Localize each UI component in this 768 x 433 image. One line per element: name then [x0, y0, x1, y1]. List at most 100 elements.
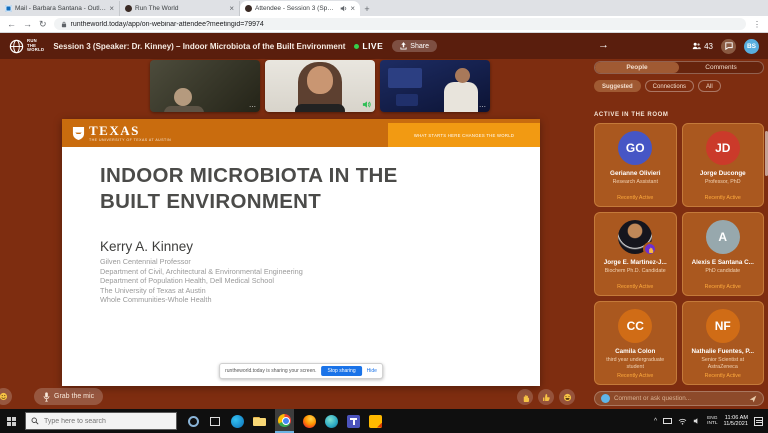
tab-people[interactable]: People	[595, 62, 679, 73]
forward-icon[interactable]: →	[23, 20, 32, 29]
lab-equipment	[396, 94, 418, 106]
comment-composer[interactable]	[594, 391, 764, 406]
new-tab-button[interactable]: +	[360, 2, 374, 16]
chrome-active-highlight[interactable]	[275, 409, 294, 433]
live-dot-icon	[354, 44, 359, 49]
teams-icon[interactable]	[347, 415, 360, 428]
file-explorer-icon[interactable]	[253, 415, 266, 428]
rtw-favicon-icon	[125, 5, 132, 12]
composer-avatar	[601, 394, 610, 403]
language-indicator[interactable]: ENG INTL	[707, 416, 717, 427]
speaker-silhouette	[455, 68, 470, 83]
attendee-card[interactable]: A Alexis E Santana C... PhD candidate Re…	[682, 212, 765, 296]
speaker-silhouette	[174, 88, 192, 106]
header-right-cluster: 43 BS	[692, 39, 759, 54]
clap-icon	[521, 393, 530, 402]
back-icon[interactable]: ←	[7, 20, 16, 29]
close-tab-icon[interactable]: ×	[109, 4, 114, 13]
send-icon[interactable]	[749, 395, 757, 403]
filter-suggested[interactable]: Suggested	[594, 80, 641, 92]
attendee-counter[interactable]: 43	[692, 42, 713, 51]
filter-connections[interactable]: Connections	[645, 80, 694, 92]
thumbs-up-reaction-button[interactable]	[538, 389, 554, 405]
logo-wordmark: RUN THE WORLD	[27, 39, 44, 53]
attendee-name: Alexis E Santana C...	[683, 259, 764, 266]
attendee-name: Nathalie Fuentes, P...	[683, 348, 764, 355]
attendee-card[interactable]: GO Gerianne Olivieri Research Assistant …	[594, 123, 677, 207]
screen-share-banner: runtheworld.today is sharing your screen…	[219, 363, 383, 379]
cortana-icon[interactable]	[188, 416, 199, 427]
task-view-icon[interactable]	[210, 417, 220, 426]
people-filters: Suggested Connections All	[594, 80, 764, 92]
outlook-favicon-icon	[5, 5, 12, 12]
user-avatar[interactable]: BS	[744, 39, 759, 54]
attendee-role: Senior Scientist at AstraZeneca	[683, 357, 764, 370]
video-more-icon[interactable]: ⋯	[479, 103, 486, 111]
video-thumbnail-3[interactable]: ⋯	[380, 60, 490, 112]
slide-body: INDOOR MICROBIOTA IN THE BUILT ENVIRONME…	[62, 163, 540, 305]
video-thumbnail-1[interactable]: ⋯	[150, 60, 260, 112]
action-center-icon[interactable]	[754, 417, 763, 426]
presentation-slide: TEXAS THE UNIVERSITY OF TEXAS AT AUSTIN …	[62, 119, 540, 386]
filter-all[interactable]: All	[698, 80, 721, 92]
edge-icon[interactable]	[231, 415, 244, 428]
texas-motto: WHAT STARTS HERE CHANGES THE WORLD	[388, 123, 540, 147]
laugh-reaction-button[interactable]	[559, 389, 575, 405]
attendee-card[interactable]: Jorge E. Martinez-J... Biochem Ph.D. Can…	[594, 212, 677, 296]
tab-run-the-world[interactable]: Run The World ×	[120, 1, 240, 16]
attendee-card[interactable]: JD Jorge Duconge Professor, PhD Recently…	[682, 123, 765, 207]
attendee-role: PhD candidate	[683, 268, 764, 281]
video-thumbnail-2[interactable]	[265, 60, 375, 112]
close-tab-icon[interactable]: ×	[229, 4, 234, 13]
taskbar-search[interactable]	[25, 412, 177, 430]
hide-banner-button[interactable]: Hide	[367, 368, 377, 374]
tray-expand-icon[interactable]: ^	[654, 418, 657, 425]
texas-wordmark: TEXAS	[89, 124, 171, 137]
tab-title: Mail - Barbara Santana - Outlook	[15, 5, 106, 12]
speaker-name: Kerry A. Kinney	[100, 239, 540, 254]
volume-icon[interactable]	[693, 417, 701, 425]
avatar: GO	[618, 131, 652, 165]
clap-reaction-button[interactable]	[517, 389, 533, 405]
search-input[interactable]	[44, 418, 171, 425]
globe-logo-icon	[9, 39, 24, 54]
browser-menu-icon[interactable]: ⋮	[753, 20, 761, 29]
laugh-icon	[563, 393, 572, 402]
stop-sharing-button[interactable]: Stop sharing	[322, 366, 362, 376]
reactions-bar	[517, 389, 575, 405]
taskbar-clock[interactable]: 11:06 AM 11/5/2021	[724, 415, 748, 428]
emoji-picker-button[interactable]	[0, 388, 12, 405]
comment-input[interactable]	[614, 395, 745, 402]
chrome-icon[interactable]	[278, 414, 291, 427]
feedback-button[interactable]	[721, 39, 736, 54]
collapse-sidebar-icon[interactable]: →	[598, 39, 609, 51]
wifi-icon[interactable]	[678, 418, 687, 425]
grab-the-mic-button[interactable]: Grab the mic	[34, 388, 103, 405]
attendee-card[interactable]: CC Camila Colon third year undergraduate…	[594, 301, 677, 385]
microphone-icon	[43, 392, 50, 402]
audio-active-icon	[362, 100, 371, 109]
tab-comments[interactable]: Comments	[679, 62, 763, 73]
tab-audio-icon[interactable]	[340, 5, 347, 12]
share-button[interactable]: Share	[392, 40, 437, 52]
browser-globe-icon[interactable]	[325, 415, 338, 428]
reload-icon[interactable]: ↻	[39, 20, 47, 29]
video-strip: ⋯ ⋯	[150, 60, 490, 112]
notes-icon[interactable]	[369, 415, 382, 428]
tab-attendee-session[interactable]: Attendee - Session 3 (Speak ×	[240, 1, 360, 16]
tab-outlook[interactable]: Mail - Barbara Santana - Outlook ×	[0, 1, 120, 16]
chat-bubble-icon	[725, 42, 733, 50]
url-field[interactable]: runtheworld.today/app/on-webinar-attende…	[54, 18, 746, 30]
share-banner-message: runtheworld.today is sharing your screen…	[225, 368, 316, 374]
firefox-icon[interactable]	[303, 415, 316, 428]
close-tab-icon[interactable]: ×	[350, 4, 355, 13]
start-button[interactable]	[7, 417, 16, 426]
video-more-icon[interactable]: ⋯	[249, 103, 256, 111]
display-tray-icon[interactable]	[663, 418, 672, 424]
attendee-status: Recently Active	[595, 195, 676, 201]
avatar: NF	[706, 309, 740, 343]
speaker-silhouette	[164, 106, 204, 112]
slide-title: INDOOR MICROBIOTA IN THE BUILT ENVIRONME…	[100, 163, 540, 215]
attendee-card[interactable]: NF Nathalie Fuentes, P... Senior Scienti…	[682, 301, 765, 385]
share-icon	[400, 42, 407, 50]
